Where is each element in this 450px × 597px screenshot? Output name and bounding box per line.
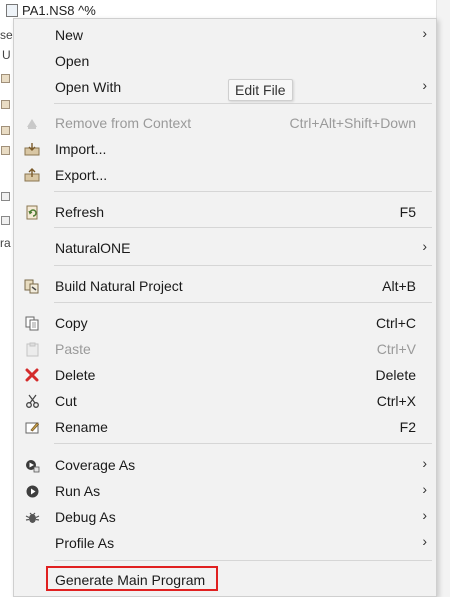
file-icon — [6, 4, 18, 17]
menu-separator — [54, 227, 432, 228]
menu-separator — [54, 191, 432, 192]
menu-separator — [54, 103, 432, 104]
menu-item-shortcut: Ctrl+V — [376, 341, 416, 357]
export-icon — [24, 167, 40, 183]
menu-item-copy[interactable]: Copy Ctrl+C — [14, 310, 436, 336]
folder-icon — [1, 74, 10, 83]
submenu-arrow-icon: › — [422, 481, 427, 497]
menu-item-naturalone[interactable]: NaturalONE › — [14, 235, 436, 261]
submenu-arrow-icon: › — [422, 238, 427, 254]
background-panel-edge — [436, 0, 450, 597]
menu-item-refresh[interactable]: Refresh F5 — [14, 199, 436, 225]
menu-item-new[interactable]: New › — [14, 22, 436, 48]
menu-item-paste[interactable]: Paste Ctrl+V — [14, 336, 436, 362]
tree-item-label: PA1.NS8 ^% — [22, 3, 96, 18]
menu-item-label: Refresh — [55, 204, 105, 220]
menu-item-label: Import... — [55, 141, 107, 157]
menu-item-label: Delete — [55, 367, 96, 383]
folder-icon — [1, 146, 10, 155]
tree-fragment: U — [2, 48, 11, 62]
menu-item-label: Debug As — [55, 509, 116, 525]
highlight-annotation-box — [46, 566, 218, 591]
folder-icon — [1, 100, 10, 109]
paste-icon — [24, 341, 40, 357]
menu-item-label: Copy — [55, 315, 88, 331]
tree-side-strip: se U ra — [0, 22, 13, 597]
menu-item-remove-from-context[interactable]: Remove from Context Ctrl+Alt+Shift+Down — [14, 110, 436, 136]
rename-icon — [24, 419, 40, 435]
menu-item-label: New — [55, 27, 84, 43]
menu-item-label: Remove from Context — [55, 115, 192, 131]
menu-item-label: Coverage As — [55, 457, 136, 473]
tree-fragment: se — [0, 28, 13, 42]
menu-item-shortcut: F2 — [399, 419, 416, 435]
menu-item-shortcut: Ctrl+Alt+Shift+Down — [289, 115, 416, 131]
file-icon — [1, 192, 10, 201]
menu-separator — [54, 560, 432, 561]
menu-item-open[interactable]: Open — [14, 48, 436, 74]
submenu-arrow-icon: › — [422, 455, 427, 471]
menu-separator — [54, 265, 432, 266]
menu-item-label: Profile As — [55, 535, 115, 551]
context-menu: New › Open Open With › Remove from Conte… — [13, 18, 437, 597]
run-icon — [24, 483, 40, 499]
menu-item-label: Rename — [55, 419, 108, 435]
menu-item-delete[interactable]: Delete Delete — [14, 362, 436, 388]
menu-item-shortcut: Ctrl+X — [376, 393, 416, 409]
menu-item-shortcut: F5 — [399, 204, 416, 220]
tree-item-top[interactable]: PA1.NS8 ^% — [6, 3, 96, 18]
menu-separator — [54, 443, 432, 444]
submenu-arrow-icon: › — [422, 507, 427, 523]
menu-item-label: Export... — [55, 167, 108, 183]
menu-item-open-with[interactable]: Open With › — [14, 74, 436, 100]
menu-item-shortcut: Delete — [375, 367, 416, 383]
menu-separator — [54, 302, 432, 303]
coverage-icon — [24, 457, 40, 473]
menu-item-label: Run As — [55, 483, 101, 499]
menu-item-label: NaturalONE — [55, 240, 131, 256]
menu-item-export[interactable]: Export... — [14, 162, 436, 188]
menu-item-label: Paste — [55, 341, 91, 357]
remove-context-icon — [24, 115, 40, 131]
menu-item-run-as[interactable]: Run As › — [14, 478, 436, 504]
tree-fragment: ra — [0, 236, 11, 250]
submenu-arrow-icon: › — [422, 77, 427, 93]
tooltip: Edit File — [228, 79, 293, 101]
build-icon — [24, 278, 40, 294]
submenu-arrow-icon: › — [422, 25, 427, 41]
menu-item-label: Open With — [55, 79, 122, 95]
menu-item-rename[interactable]: Rename F2 — [14, 414, 436, 440]
menu-item-cut[interactable]: Cut Ctrl+X — [14, 388, 436, 414]
cut-icon — [24, 393, 40, 409]
menu-item-shortcut: Ctrl+C — [375, 315, 416, 331]
menu-item-import[interactable]: Import... — [14, 136, 436, 162]
delete-icon — [24, 367, 40, 383]
menu-item-profile-as[interactable]: Profile As › — [14, 530, 436, 556]
import-icon — [24, 141, 40, 157]
menu-item-shortcut: Alt+B — [382, 278, 416, 294]
tree-header: PA1.NS8 ^% — [0, 0, 450, 20]
menu-item-label: Cut — [55, 393, 77, 409]
menu-item-label: Build Natural Project — [55, 278, 183, 294]
menu-item-build-natural-project[interactable]: Build Natural Project Alt+B — [14, 273, 436, 299]
submenu-arrow-icon: › — [422, 533, 427, 549]
menu-item-debug-as[interactable]: Debug As › — [14, 504, 436, 530]
menu-item-coverage-as[interactable]: Coverage As › — [14, 452, 436, 478]
file-icon — [1, 216, 10, 225]
refresh-icon — [24, 204, 40, 220]
debug-icon — [24, 509, 40, 525]
menu-item-label: Open — [55, 53, 90, 69]
copy-icon — [24, 315, 40, 331]
folder-icon — [1, 126, 10, 135]
